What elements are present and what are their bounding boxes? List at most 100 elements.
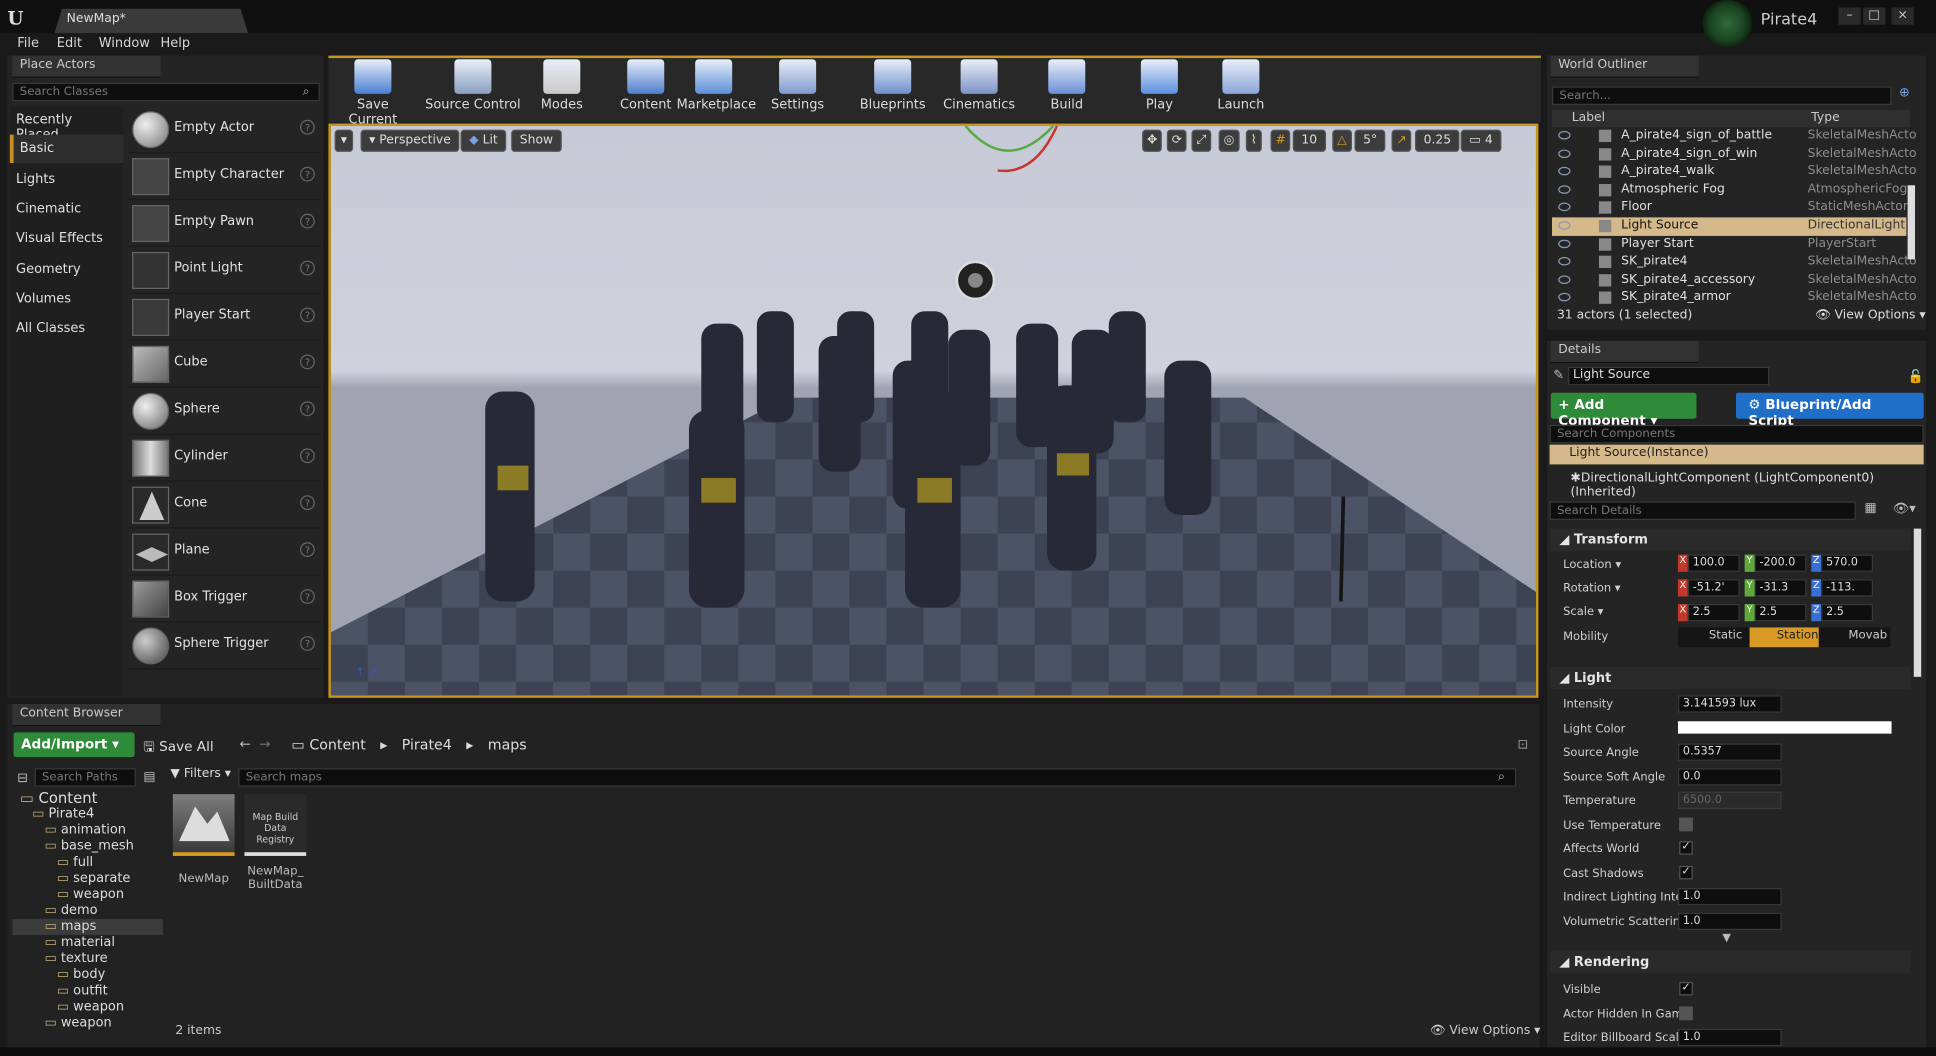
breadcrumb-maps[interactable]: maps xyxy=(488,736,527,753)
surface-snap-icon[interactable]: ⌇ xyxy=(1245,129,1262,152)
property-matrix-icon[interactable]: ▦ xyxy=(1864,500,1876,515)
toolbar-source-control-button[interactable]: Source Control xyxy=(417,59,528,116)
prop-value-field[interactable]: 1.0 xyxy=(1677,912,1782,930)
search-components-input[interactable]: Search Components xyxy=(1549,424,1924,444)
save-all-button[interactable]: 🖫 Save All xyxy=(143,736,213,759)
toolbar-launch-button[interactable]: Launch xyxy=(1212,59,1269,116)
rotation-z-field[interactable]: -113. xyxy=(1821,579,1874,597)
close-icon[interactable]: × xyxy=(1891,7,1914,25)
prop-value-field[interactable]: 1.0 xyxy=(1677,1028,1782,1047)
breadcrumb-content[interactable]: Content xyxy=(309,736,365,753)
scale-z-field[interactable]: 2.5 xyxy=(1821,603,1874,622)
light-color-swatch[interactable] xyxy=(1677,720,1892,734)
actor-point-light[interactable]: Point Light? xyxy=(128,247,322,294)
rendering-section[interactable]: ◢ Rendering xyxy=(1549,951,1911,974)
outliner-view-options[interactable]: 👁 View Options ▾ xyxy=(1815,309,1926,323)
tree-folder-weapon[interactable]: ▭ weapon xyxy=(12,999,163,1015)
help-icon[interactable]: ? xyxy=(300,589,315,604)
level-viewport[interactable]: ↑ ↗ xyxy=(328,123,1539,698)
category-cinematic[interactable]: Cinematic xyxy=(10,195,124,223)
actor-sphere[interactable]: Sphere? xyxy=(128,388,322,435)
tree-folder-material[interactable]: ▭ material xyxy=(12,935,163,951)
search-classes-input[interactable]: Search Classes xyxy=(12,82,320,102)
visibility-eye-icon[interactable] xyxy=(1558,203,1571,212)
category-basic[interactable]: Basic xyxy=(9,134,124,164)
outliner-row[interactable]: SK_pirate4 SkeletalMeshActo xyxy=(1552,253,1917,271)
menu-help[interactable]: Help xyxy=(161,36,191,51)
visibility-eye-icon[interactable] xyxy=(1558,275,1571,284)
scale-icon[interactable]: ⤢ xyxy=(1191,129,1212,152)
tree-folder-separate[interactable]: ▭ separate xyxy=(12,871,163,887)
toolbar-modes-button[interactable]: Modes xyxy=(531,59,593,116)
filters-button[interactable]: ▼ Filters ▾ xyxy=(170,767,231,781)
actor-cylinder[interactable]: Cylinder? xyxy=(128,435,322,482)
rotation-snap-icon[interactable]: △ xyxy=(1332,129,1352,152)
tree-folder-Content[interactable]: ▭ Content xyxy=(12,790,163,806)
world-outliner-tab[interactable]: World Outliner xyxy=(1550,55,1699,78)
map-tab[interactable]: NewMap* xyxy=(54,8,249,34)
category-all-classes[interactable]: All Classes xyxy=(10,315,124,343)
category-lights[interactable]: Lights xyxy=(10,166,124,194)
prop-value-field[interactable]: 0.0 xyxy=(1677,767,1782,785)
actor-sphere-trigger[interactable]: Sphere Trigger? xyxy=(128,622,322,670)
category-volumes[interactable]: Volumes xyxy=(10,285,124,313)
scale-x-field[interactable]: 2.5 xyxy=(1687,603,1740,622)
visibility-eye-icon[interactable] xyxy=(1558,185,1571,194)
lock-icon[interactable]: ⊡ xyxy=(1517,737,1528,752)
details-tab[interactable]: Details xyxy=(1550,340,1699,364)
help-icon[interactable]: ? xyxy=(300,119,315,135)
outliner-row[interactable]: Light Source DirectionalLight xyxy=(1552,217,1907,236)
blueprint-button[interactable]: ⚙ Blueprint/Add Script xyxy=(1735,392,1924,429)
menu-edit[interactable]: Edit xyxy=(57,36,82,51)
visibility-eye-icon[interactable] xyxy=(1558,293,1571,302)
tree-folder-outfit[interactable]: ▭ outfit xyxy=(12,983,163,999)
help-icon[interactable]: ? xyxy=(300,260,315,276)
sources-toggle-icon[interactable]: ⊟ xyxy=(17,771,28,786)
grid-snap-value[interactable]: 10 xyxy=(1292,129,1326,152)
forward-icon[interactable]: → xyxy=(259,736,270,752)
tree-folder-weapon[interactable]: ▭ weapon xyxy=(12,887,163,903)
location-x-field[interactable]: 100.0 xyxy=(1687,554,1740,572)
component-row[interactable]: ✱DirectionalLightComponent (LightCompone… xyxy=(1571,472,1936,499)
prop-checkbox[interactable] xyxy=(1679,817,1693,831)
menu-window[interactable]: Window xyxy=(99,36,150,51)
mobility-stationary[interactable]: Station xyxy=(1749,627,1819,648)
rotation-x-field[interactable]: -51.2' xyxy=(1687,579,1740,597)
camera-speed[interactable]: ▭ 4 xyxy=(1460,129,1502,152)
back-icon[interactable]: ← xyxy=(240,736,251,752)
viewport-options-dropdown[interactable]: ▾ xyxy=(334,129,354,152)
breadcrumb-pirate4[interactable]: Pirate4 xyxy=(402,736,452,753)
prop-checkbox[interactable]: ✓ xyxy=(1679,841,1693,855)
tree-folder-full[interactable]: ▭ full xyxy=(12,855,163,871)
toolbar-build-button[interactable]: Build xyxy=(1035,59,1099,116)
add-component-button[interactable]: + Add Component ▾ xyxy=(1550,392,1697,429)
cb-view-options[interactable]: 👁 View Options ▾ xyxy=(1430,1024,1541,1038)
help-icon[interactable]: ? xyxy=(300,213,315,229)
transform-section[interactable]: ◢ Transform xyxy=(1549,528,1911,551)
toolbar-marketplace-button[interactable]: Marketplace xyxy=(677,59,756,116)
eye-icon[interactable]: 👁▾ xyxy=(1893,500,1916,516)
tree-folder-body[interactable]: ▭ body xyxy=(12,967,163,983)
visibility-eye-icon[interactable] xyxy=(1558,239,1571,248)
help-icon[interactable]: ? xyxy=(300,354,315,370)
add-import-button[interactable]: Add/Import ▾ xyxy=(13,732,135,758)
visibility-eye-icon[interactable] xyxy=(1558,221,1571,230)
toolbar-save-current-button[interactable]: Save Current xyxy=(331,59,415,127)
outliner-row[interactable]: SK_pirate4_armor SkeletalMeshActo xyxy=(1552,289,1917,307)
help-icon[interactable]: ? xyxy=(300,636,315,651)
instance-row[interactable]: Light Source(Instance) xyxy=(1549,444,1924,465)
actor-cube[interactable]: Cube? xyxy=(128,341,322,388)
lit-button[interactable]: ◆ Lit xyxy=(460,129,507,152)
rotation-snap-value[interactable]: 5° xyxy=(1354,129,1386,152)
prop-value-field[interactable]: 3.141593 lux xyxy=(1677,695,1782,713)
tree-folder-demo[interactable]: ▭ demo xyxy=(12,903,163,919)
outliner-row[interactable]: Atmospheric Fog AtmosphericFog xyxy=(1552,181,1907,199)
visibility-eye-icon[interactable] xyxy=(1558,148,1571,158)
grid-snap-icon[interactable]: # xyxy=(1270,129,1291,152)
scale-y-field[interactable]: 2.5 xyxy=(1754,603,1807,622)
perspective-button[interactable]: ▾ Perspective xyxy=(360,129,460,152)
asset-builtdata-thumb[interactable]: Map Build Data Registry xyxy=(244,794,307,856)
outliner-scrollbar[interactable] xyxy=(1907,185,1916,260)
menu-file[interactable]: File xyxy=(17,36,39,51)
rotate-icon[interactable]: ⟳ xyxy=(1166,129,1188,152)
